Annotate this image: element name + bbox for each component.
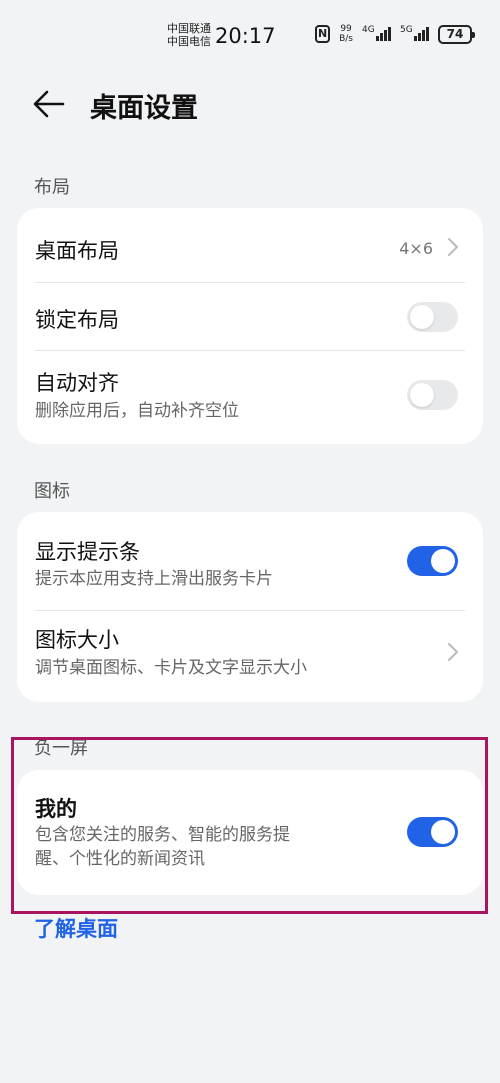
- show-hint-bar-toggle[interactable]: [407, 546, 458, 576]
- auto-align-toggle[interactable]: [407, 380, 458, 410]
- carrier-2: 中国电信: [167, 35, 211, 48]
- page-title: 桌面设置: [90, 93, 198, 124]
- icon-size-subtitle: 调节桌面图标、卡片及文字显示大小: [35, 658, 307, 678]
- network-speed-value: 99: [340, 24, 352, 34]
- section-label-layout: 布局: [34, 177, 70, 198]
- status-icons: N 99 B/s 4G 5G 74: [315, 24, 475, 44]
- signal-4g-icon: 4G: [362, 25, 391, 41]
- carrier-1: 中国联通: [167, 22, 211, 35]
- status-time: 20:17: [215, 24, 276, 48]
- network-speed: 99 B/s: [339, 24, 353, 44]
- auto-align-subtitle: 删除应用后，自动补齐空位: [35, 401, 239, 421]
- status-bar: 中国联通 中国电信 20:17 N 99 B/s 4G 5G 74: [0, 0, 500, 70]
- show-hint-bar-title: 显示提示条: [35, 540, 140, 564]
- back-arrow-icon[interactable]: [32, 88, 66, 120]
- highlight-annotation-box: [11, 737, 488, 914]
- chevron-right-icon: [448, 238, 458, 256]
- signal-5g-tag: 5G: [400, 25, 413, 35]
- lock-layout-title: 锁定布局: [35, 308, 119, 332]
- learn-desktop-link[interactable]: 了解桌面: [34, 913, 118, 943]
- desktop-layout-value: 4×6: [399, 239, 433, 258]
- battery-icon: 74: [438, 24, 475, 44]
- layout-card: 桌面布局 4×6 锁定布局 自动对齐 删除应用后，自动补齐空位: [17, 208, 483, 444]
- nfc-icon: N: [315, 25, 331, 43]
- signal-4g-tag: 4G: [362, 25, 375, 35]
- signal-5g-icon: 5G: [400, 25, 429, 41]
- icon-size-row[interactable]: 图标大小 调节桌面图标、卡片及文字显示大小: [17, 611, 483, 702]
- chevron-right-icon: [448, 643, 458, 661]
- network-speed-unit: B/s: [339, 34, 353, 44]
- section-label-icons: 图标: [34, 481, 70, 502]
- lock-layout-toggle[interactable]: [407, 302, 458, 332]
- carrier-info: 中国联通 中国电信: [167, 22, 211, 48]
- show-hint-bar-subtitle: 提示本应用支持上滑出服务卡片: [35, 569, 273, 589]
- show-hint-bar-row: 显示提示条 提示本应用支持上滑出服务卡片: [17, 512, 483, 610]
- auto-align-row: 自动对齐 删除应用后，自动补齐空位: [17, 351, 483, 444]
- lock-layout-row: 锁定布局: [17, 283, 483, 351]
- icons-card: 显示提示条 提示本应用支持上滑出服务卡片 图标大小 调节桌面图标、卡片及文字显示…: [17, 512, 483, 702]
- header: 桌面设置: [0, 80, 500, 130]
- icon-size-title: 图标大小: [35, 628, 119, 652]
- desktop-layout-title: 桌面布局: [35, 239, 119, 263]
- desktop-layout-row[interactable]: 桌面布局 4×6: [17, 208, 483, 283]
- auto-align-title: 自动对齐: [35, 371, 119, 395]
